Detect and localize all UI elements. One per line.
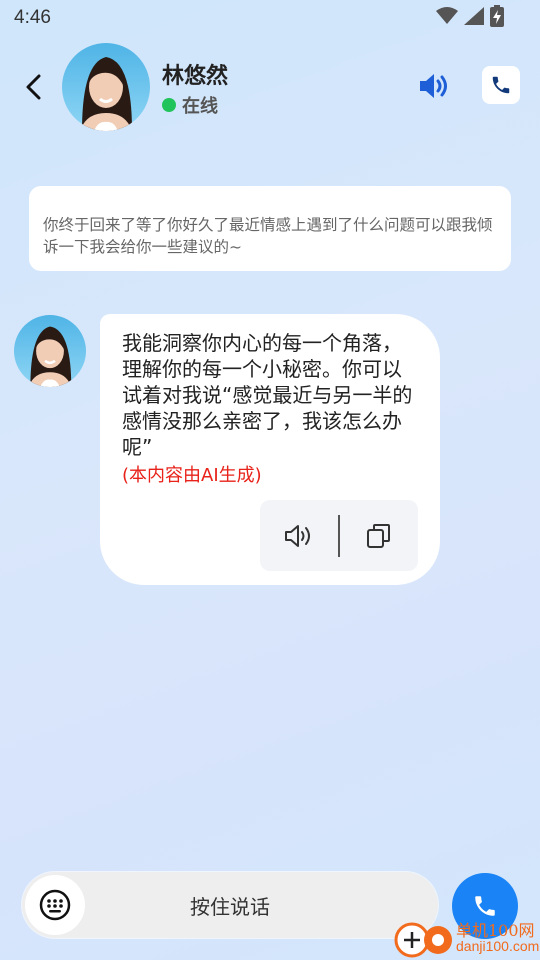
copy-button[interactable] [340, 500, 418, 571]
contact-name: 林悠然 [162, 64, 229, 89]
status-bar: 4:46 [0, 0, 540, 36]
speaker-icon [285, 524, 311, 547]
ai-generated-note: (本内容由AI生成) [122, 465, 262, 486]
speaker-icon [420, 74, 447, 98]
phone-icon [492, 76, 510, 94]
speaker-toggle-button[interactable] [414, 68, 454, 104]
presence-label: 在线 [182, 96, 218, 117]
hold-to-talk-button[interactable]: 按住说话 [92, 872, 368, 938]
intro-card: 你终于回来了等了你好久了最近情感上遇到了什么问题可以跟我倾诉一下我会给你一些建议… [29, 186, 511, 271]
voice-call-button[interactable] [482, 66, 520, 104]
battery-charging-icon [490, 5, 504, 31]
watermark: 单机100网 danji100.com [390, 912, 540, 960]
presence-status: 在线 [162, 92, 218, 118]
wifi-icon [436, 7, 458, 29]
message-text: 我能洞察你内心的每一个角落，理解你的每一个小秘密。你可以试着对我说“感觉最近与另… [122, 331, 413, 459]
status-time: 4:46 [14, 7, 51, 28]
contact-avatar[interactable] [62, 43, 150, 131]
input-bar: 按住说话 [22, 872, 438, 938]
watermark-logo-icon [394, 922, 452, 958]
copy-icon [366, 523, 390, 548]
back-arrow-icon [26, 74, 41, 100]
watermark-url: danji100.com [456, 938, 540, 954]
online-dot-icon [162, 98, 176, 112]
message-avatar[interactable] [14, 315, 86, 387]
back-button[interactable] [18, 70, 48, 104]
message-bubble: 我能洞察你内心的每一个角落，理解你的每一个小秘密。你可以试着对我说“感觉最近与另… [100, 314, 440, 585]
message-tools [260, 500, 418, 571]
chat-header: 林悠然 在线 [0, 40, 540, 136]
status-icons [436, 5, 504, 31]
play-audio-button[interactable] [260, 500, 338, 571]
signal-icon [464, 7, 484, 29]
keyboard-icon [39, 889, 71, 921]
keyboard-toggle-button[interactable] [25, 875, 85, 935]
